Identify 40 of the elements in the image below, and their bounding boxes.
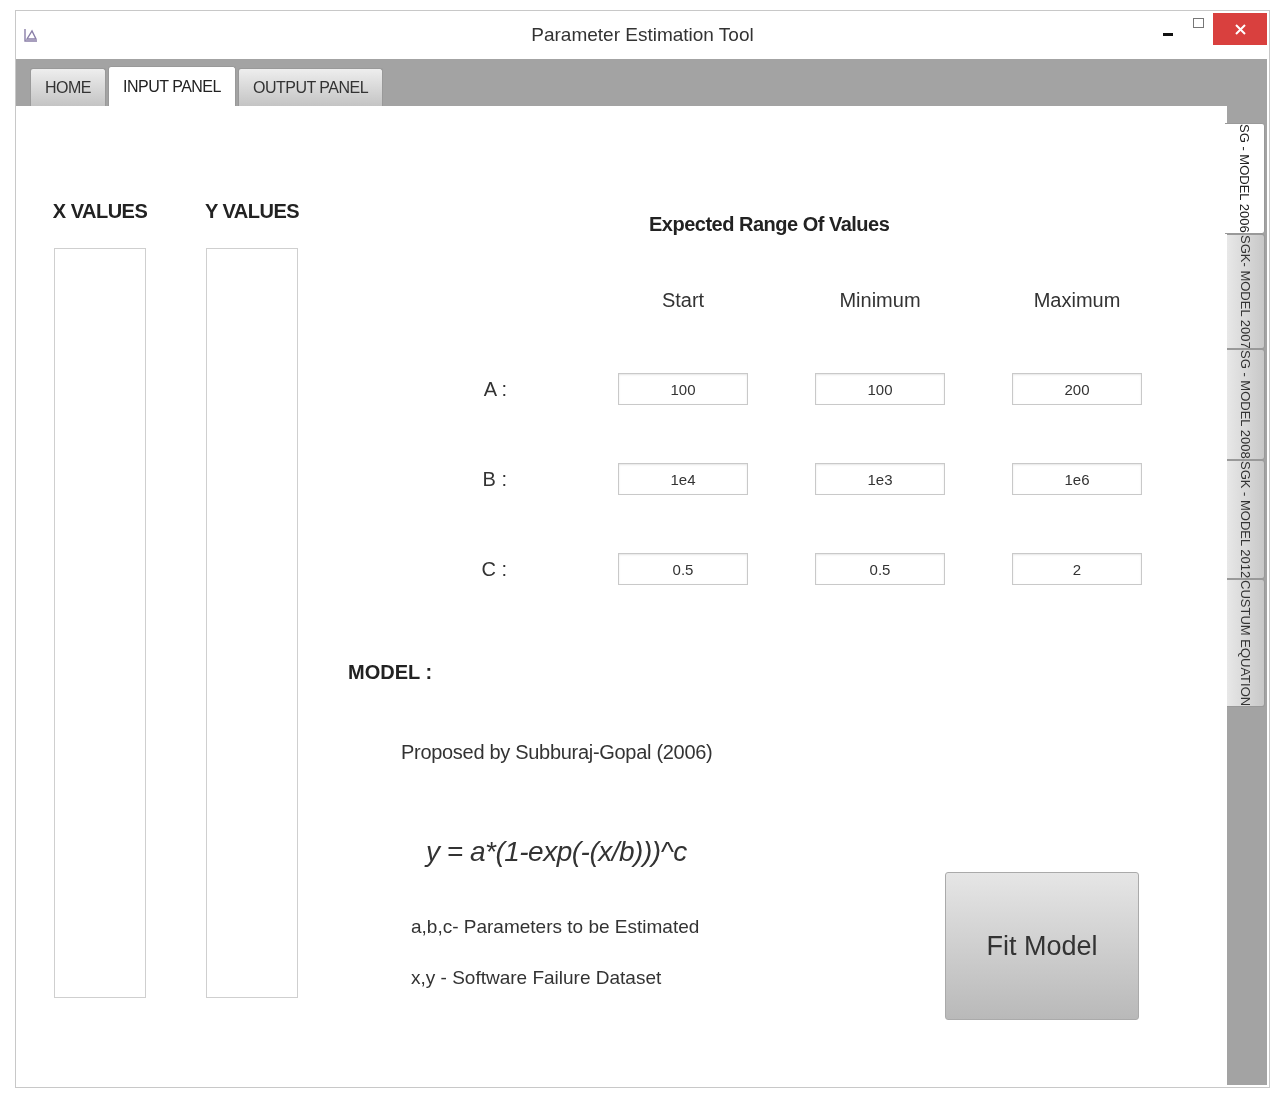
value-field[interactable]: 1e6 bbox=[1012, 463, 1142, 495]
maximize-icon bbox=[1192, 18, 1204, 28]
parameter-label: B : bbox=[481, 467, 508, 492]
model-description: Proposed by Subburaj-Gopal (2006) bbox=[401, 740, 713, 765]
parameter-label: C : bbox=[480, 557, 508, 582]
column-label: Maximum bbox=[1032, 288, 1122, 313]
value-field[interactable]: 0.5 bbox=[618, 553, 748, 585]
window-title: Parameter Estimation Tool bbox=[531, 22, 754, 47]
value-field[interactable]: 100 bbox=[618, 373, 748, 405]
section-heading: Expected Range Of Values bbox=[649, 213, 890, 235]
value-field[interactable]: 0.5 bbox=[815, 553, 945, 585]
model-equation: y = a*(1-exp(-(x/b)))^c bbox=[426, 835, 688, 869]
tab[interactable]: OUTPUT PANEL bbox=[237, 68, 384, 106]
side-tab[interactable]: SG - MODEL 2008 bbox=[1227, 349, 1265, 460]
column-label: Start bbox=[660, 288, 706, 313]
close-icon bbox=[1234, 23, 1246, 35]
side-tab[interactable]: CUSTUM EQUATION bbox=[1227, 579, 1265, 708]
app-logo-icon bbox=[23, 27, 39, 43]
model-note: a,b,c- Parameters to be Estimated bbox=[411, 915, 701, 939]
column-heading: X VALUES bbox=[52, 199, 148, 224]
close-button[interactable] bbox=[1213, 13, 1267, 45]
column-label: Minimum bbox=[838, 288, 922, 313]
values-field[interactable] bbox=[54, 248, 146, 998]
column-heading: Y VALUES bbox=[204, 199, 300, 224]
side-tab[interactable]: SGK- MODEL 2007 bbox=[1227, 233, 1265, 350]
value-field[interactable]: 1e3 bbox=[815, 463, 945, 495]
tab[interactable]: HOME bbox=[30, 68, 106, 106]
fit-model-button[interactable]: Fit Model bbox=[945, 872, 1139, 1020]
model-note: x,y - Software Failure Dataset bbox=[411, 965, 663, 990]
value-field[interactable]: 1e4 bbox=[618, 463, 748, 495]
values-field[interactable] bbox=[206, 248, 298, 998]
value-field[interactable]: 2 bbox=[1012, 553, 1142, 585]
parameter-label: A : bbox=[482, 377, 508, 402]
side-tab[interactable]: SG - MODEL 2006 bbox=[1225, 123, 1265, 234]
minimize-icon bbox=[1163, 32, 1173, 36]
side-tab[interactable]: SGK - MODEL 2012 bbox=[1227, 459, 1265, 580]
value-field[interactable]: 200 bbox=[1012, 373, 1142, 405]
tab[interactable]: INPUT PANEL bbox=[108, 66, 236, 106]
value-field[interactable]: 100 bbox=[815, 373, 945, 405]
model-heading: MODEL : bbox=[348, 661, 433, 683]
